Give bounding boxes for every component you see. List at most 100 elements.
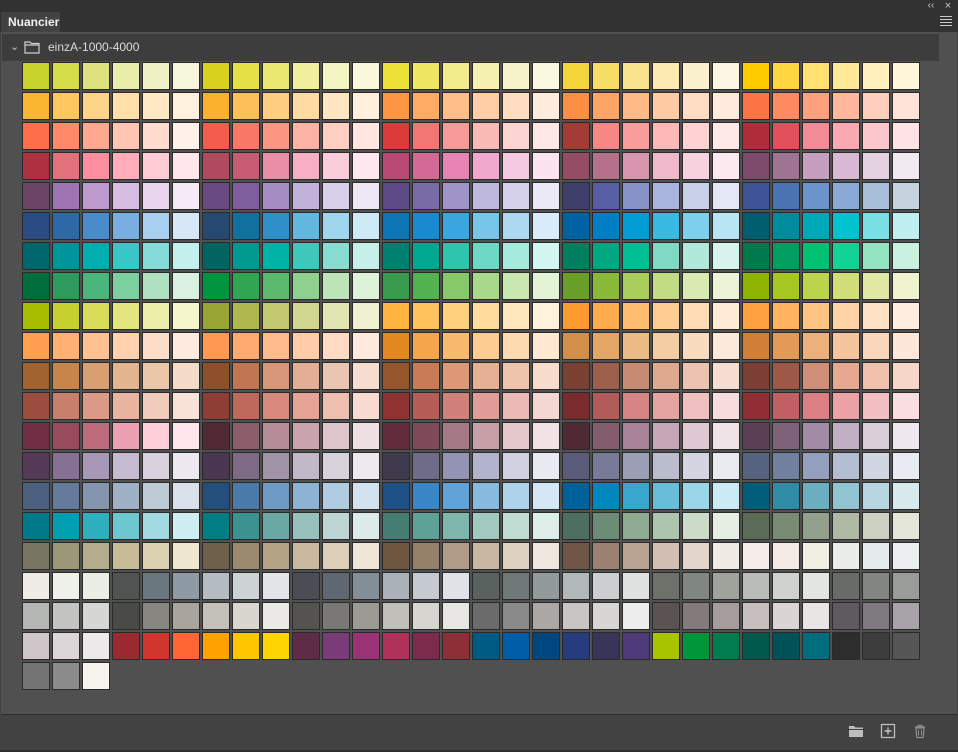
color-swatch[interactable] bbox=[232, 362, 260, 390]
color-swatch[interactable] bbox=[862, 122, 890, 150]
color-swatch[interactable] bbox=[532, 452, 560, 480]
color-swatch[interactable] bbox=[52, 572, 80, 600]
color-swatch[interactable] bbox=[772, 422, 800, 450]
color-swatch[interactable] bbox=[622, 392, 650, 420]
color-swatch[interactable] bbox=[52, 122, 80, 150]
color-swatch[interactable] bbox=[562, 482, 590, 510]
color-swatch[interactable] bbox=[892, 512, 920, 540]
color-swatch[interactable] bbox=[562, 452, 590, 480]
color-swatch[interactable] bbox=[802, 422, 830, 450]
color-swatch[interactable] bbox=[322, 572, 350, 600]
color-swatch[interactable] bbox=[442, 272, 470, 300]
color-swatch[interactable] bbox=[202, 332, 230, 360]
color-swatch[interactable] bbox=[142, 272, 170, 300]
color-swatch[interactable] bbox=[52, 632, 80, 660]
color-swatch[interactable] bbox=[112, 302, 140, 330]
color-swatch[interactable] bbox=[772, 482, 800, 510]
color-swatch[interactable] bbox=[442, 182, 470, 210]
color-swatch[interactable] bbox=[892, 392, 920, 420]
color-swatch[interactable] bbox=[442, 482, 470, 510]
color-swatch[interactable] bbox=[352, 62, 380, 90]
color-swatch[interactable] bbox=[652, 602, 680, 630]
color-swatch[interactable] bbox=[562, 392, 590, 420]
color-swatch[interactable] bbox=[562, 62, 590, 90]
color-swatch[interactable] bbox=[382, 242, 410, 270]
color-swatch[interactable] bbox=[322, 212, 350, 240]
color-swatch[interactable] bbox=[472, 272, 500, 300]
color-swatch[interactable] bbox=[622, 422, 650, 450]
color-swatch[interactable] bbox=[682, 272, 710, 300]
color-swatch[interactable] bbox=[232, 272, 260, 300]
color-swatch[interactable] bbox=[682, 542, 710, 570]
color-swatch[interactable] bbox=[382, 512, 410, 540]
color-swatch[interactable] bbox=[562, 602, 590, 630]
color-swatch[interactable] bbox=[472, 212, 500, 240]
color-swatch[interactable] bbox=[502, 572, 530, 600]
color-swatch[interactable] bbox=[412, 152, 440, 180]
color-swatch[interactable] bbox=[472, 92, 500, 120]
color-swatch[interactable] bbox=[742, 632, 770, 660]
color-swatch[interactable] bbox=[532, 122, 560, 150]
color-swatch[interactable] bbox=[532, 602, 560, 630]
color-swatch[interactable] bbox=[622, 242, 650, 270]
color-swatch[interactable] bbox=[562, 572, 590, 600]
color-swatch[interactable] bbox=[232, 302, 260, 330]
color-swatch[interactable] bbox=[262, 272, 290, 300]
color-swatch[interactable] bbox=[262, 602, 290, 630]
color-swatch[interactable] bbox=[442, 542, 470, 570]
color-swatch[interactable] bbox=[502, 332, 530, 360]
color-swatch[interactable] bbox=[352, 542, 380, 570]
color-swatch[interactable] bbox=[202, 242, 230, 270]
color-swatch[interactable] bbox=[352, 482, 380, 510]
color-swatch[interactable] bbox=[22, 512, 50, 540]
color-swatch[interactable] bbox=[652, 392, 680, 420]
color-swatch[interactable] bbox=[742, 152, 770, 180]
color-swatch[interactable] bbox=[832, 482, 860, 510]
color-swatch[interactable] bbox=[652, 362, 680, 390]
color-swatch[interactable] bbox=[82, 152, 110, 180]
color-swatch[interactable] bbox=[22, 92, 50, 120]
color-swatch[interactable] bbox=[772, 62, 800, 90]
color-swatch[interactable] bbox=[142, 242, 170, 270]
color-swatch[interactable] bbox=[232, 242, 260, 270]
color-swatch[interactable] bbox=[502, 302, 530, 330]
color-swatch[interactable] bbox=[142, 122, 170, 150]
color-swatch[interactable] bbox=[232, 182, 260, 210]
color-swatch[interactable] bbox=[712, 62, 740, 90]
color-swatch[interactable] bbox=[382, 632, 410, 660]
color-swatch[interactable] bbox=[652, 332, 680, 360]
color-swatch[interactable] bbox=[832, 422, 860, 450]
color-swatch[interactable] bbox=[742, 542, 770, 570]
color-swatch[interactable] bbox=[262, 182, 290, 210]
color-swatch[interactable] bbox=[622, 482, 650, 510]
color-swatch[interactable] bbox=[682, 572, 710, 600]
color-swatch[interactable] bbox=[532, 542, 560, 570]
color-swatch[interactable] bbox=[382, 602, 410, 630]
color-swatch[interactable] bbox=[52, 482, 80, 510]
color-swatch[interactable] bbox=[322, 362, 350, 390]
color-swatch[interactable] bbox=[22, 332, 50, 360]
color-swatch[interactable] bbox=[652, 152, 680, 180]
color-swatch[interactable] bbox=[52, 542, 80, 570]
color-swatch[interactable] bbox=[322, 452, 350, 480]
color-swatch[interactable] bbox=[862, 242, 890, 270]
color-swatch[interactable] bbox=[652, 272, 680, 300]
color-swatch[interactable] bbox=[82, 62, 110, 90]
color-swatch[interactable] bbox=[682, 122, 710, 150]
color-swatch[interactable] bbox=[712, 392, 740, 420]
chevron-down-icon[interactable]: ⌄ bbox=[10, 41, 22, 53]
color-swatch[interactable] bbox=[772, 632, 800, 660]
color-swatch[interactable] bbox=[802, 122, 830, 150]
color-swatch[interactable] bbox=[292, 482, 320, 510]
color-swatch[interactable] bbox=[742, 302, 770, 330]
color-swatch[interactable] bbox=[892, 62, 920, 90]
color-swatch[interactable] bbox=[892, 482, 920, 510]
color-swatch[interactable] bbox=[142, 452, 170, 480]
color-swatch[interactable] bbox=[802, 392, 830, 420]
color-swatch[interactable] bbox=[832, 452, 860, 480]
color-swatch[interactable] bbox=[262, 512, 290, 540]
color-swatch[interactable] bbox=[742, 242, 770, 270]
color-swatch[interactable] bbox=[382, 182, 410, 210]
color-swatch[interactable] bbox=[262, 572, 290, 600]
color-swatch[interactable] bbox=[772, 302, 800, 330]
